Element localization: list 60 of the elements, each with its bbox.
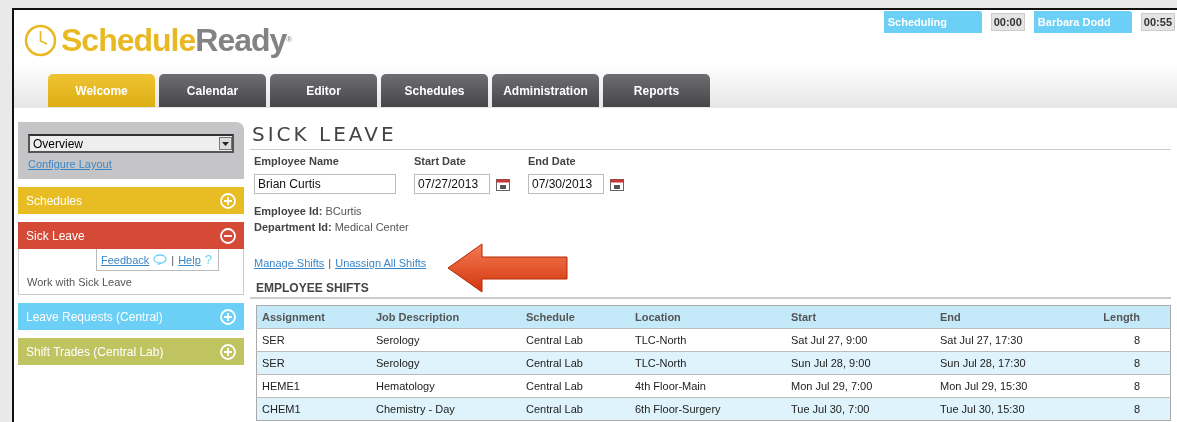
table-cell: Sun Jul 28, 9:00	[786, 351, 935, 375]
column-header: End	[935, 305, 1091, 329]
session-label: Scheduling	[883, 11, 982, 33]
date-field[interactable]: 07/27/2013	[414, 174, 490, 194]
help-link[interactable]: Help	[178, 253, 201, 266]
column-header: Schedule	[521, 305, 630, 329]
page-title: SICK LEAVE	[250, 122, 1171, 150]
field-label: Start Date	[414, 155, 467, 167]
nav-tab[interactable]: Reports	[603, 74, 710, 107]
feedback-link[interactable]: Feedback	[101, 253, 150, 266]
column-header: Assignment	[256, 305, 371, 329]
panel-title: Leave Requests (Central)	[26, 309, 163, 324]
separator: |	[328, 257, 332, 269]
session-label: Barbara Dodd	[1033, 11, 1132, 33]
column-header: Job Description	[371, 305, 521, 329]
action-link[interactable]: Manage Shifts	[254, 257, 325, 269]
session-timer: 00:00	[990, 13, 1025, 31]
table-cell: Sun Jul 28, 17:30	[935, 351, 1091, 375]
table-cell: Central Lab	[521, 397, 630, 421]
input-field[interactable]: Brian Curtis	[254, 174, 396, 194]
nav-tab[interactable]: Administration	[492, 74, 599, 107]
sidebar-panel-header[interactable]: Sick Leave	[18, 222, 244, 249]
table-cell: Tue Jul 30, 15:30	[935, 397, 1091, 421]
minus-icon[interactable]	[220, 227, 236, 244]
table-cell: SER	[256, 351, 371, 375]
info-text: Department Id: Medical Center	[254, 220, 410, 235]
table-cell: CHEM1	[256, 397, 371, 421]
nav-tab[interactable]: Editor	[270, 74, 377, 107]
table-cell: Chemistry - Day	[371, 397, 521, 421]
column-header: Location	[630, 305, 786, 329]
field-label: End Date	[528, 155, 577, 167]
calendar-icon[interactable]	[496, 177, 510, 191]
clock-icon	[24, 23, 57, 57]
date-field[interactable]: 07/30/2013	[528, 174, 604, 194]
table-cell: 8	[1091, 397, 1171, 421]
configure-layout-link[interactable]: Configure Layout	[28, 158, 112, 170]
column-header: Start	[786, 305, 935, 329]
table-cell: TLC-North	[630, 351, 786, 375]
table-cell: Tue Jul 30, 7:00	[786, 397, 935, 421]
field-label: Employee Name	[254, 155, 340, 167]
view-select[interactable]: Overview	[28, 134, 234, 153]
logo-text: ScheduleReady®	[61, 22, 292, 58]
panel-title: Shift Trades (Central Lab)	[26, 344, 164, 359]
calendar-icon[interactable]	[610, 177, 624, 191]
panel-text: Work with Sick Leave	[27, 276, 132, 288]
table-cell: Central Lab	[521, 351, 630, 375]
action-link[interactable]: Unassign All Shifts	[335, 257, 427, 269]
panel-title: Schedules	[26, 193, 83, 208]
session-timer: 00:55	[1140, 13, 1175, 31]
dropdown-caret-icon[interactable]	[222, 141, 229, 146]
info-text: Employee Id: BCurtis	[254, 204, 363, 219]
panel-title: Sick Leave	[26, 228, 85, 243]
table-cell: 6th Floor-Surgery	[630, 397, 786, 421]
nav-tab[interactable]: Calendar	[159, 74, 266, 107]
table-cell: Serology	[371, 351, 521, 375]
column-header: Length	[1091, 305, 1171, 329]
nav-tab[interactable]: Schedules	[381, 74, 488, 107]
speech-bubble-icon	[153, 254, 168, 265]
separator: |	[171, 253, 175, 266]
table-cell: 8	[1091, 351, 1171, 375]
